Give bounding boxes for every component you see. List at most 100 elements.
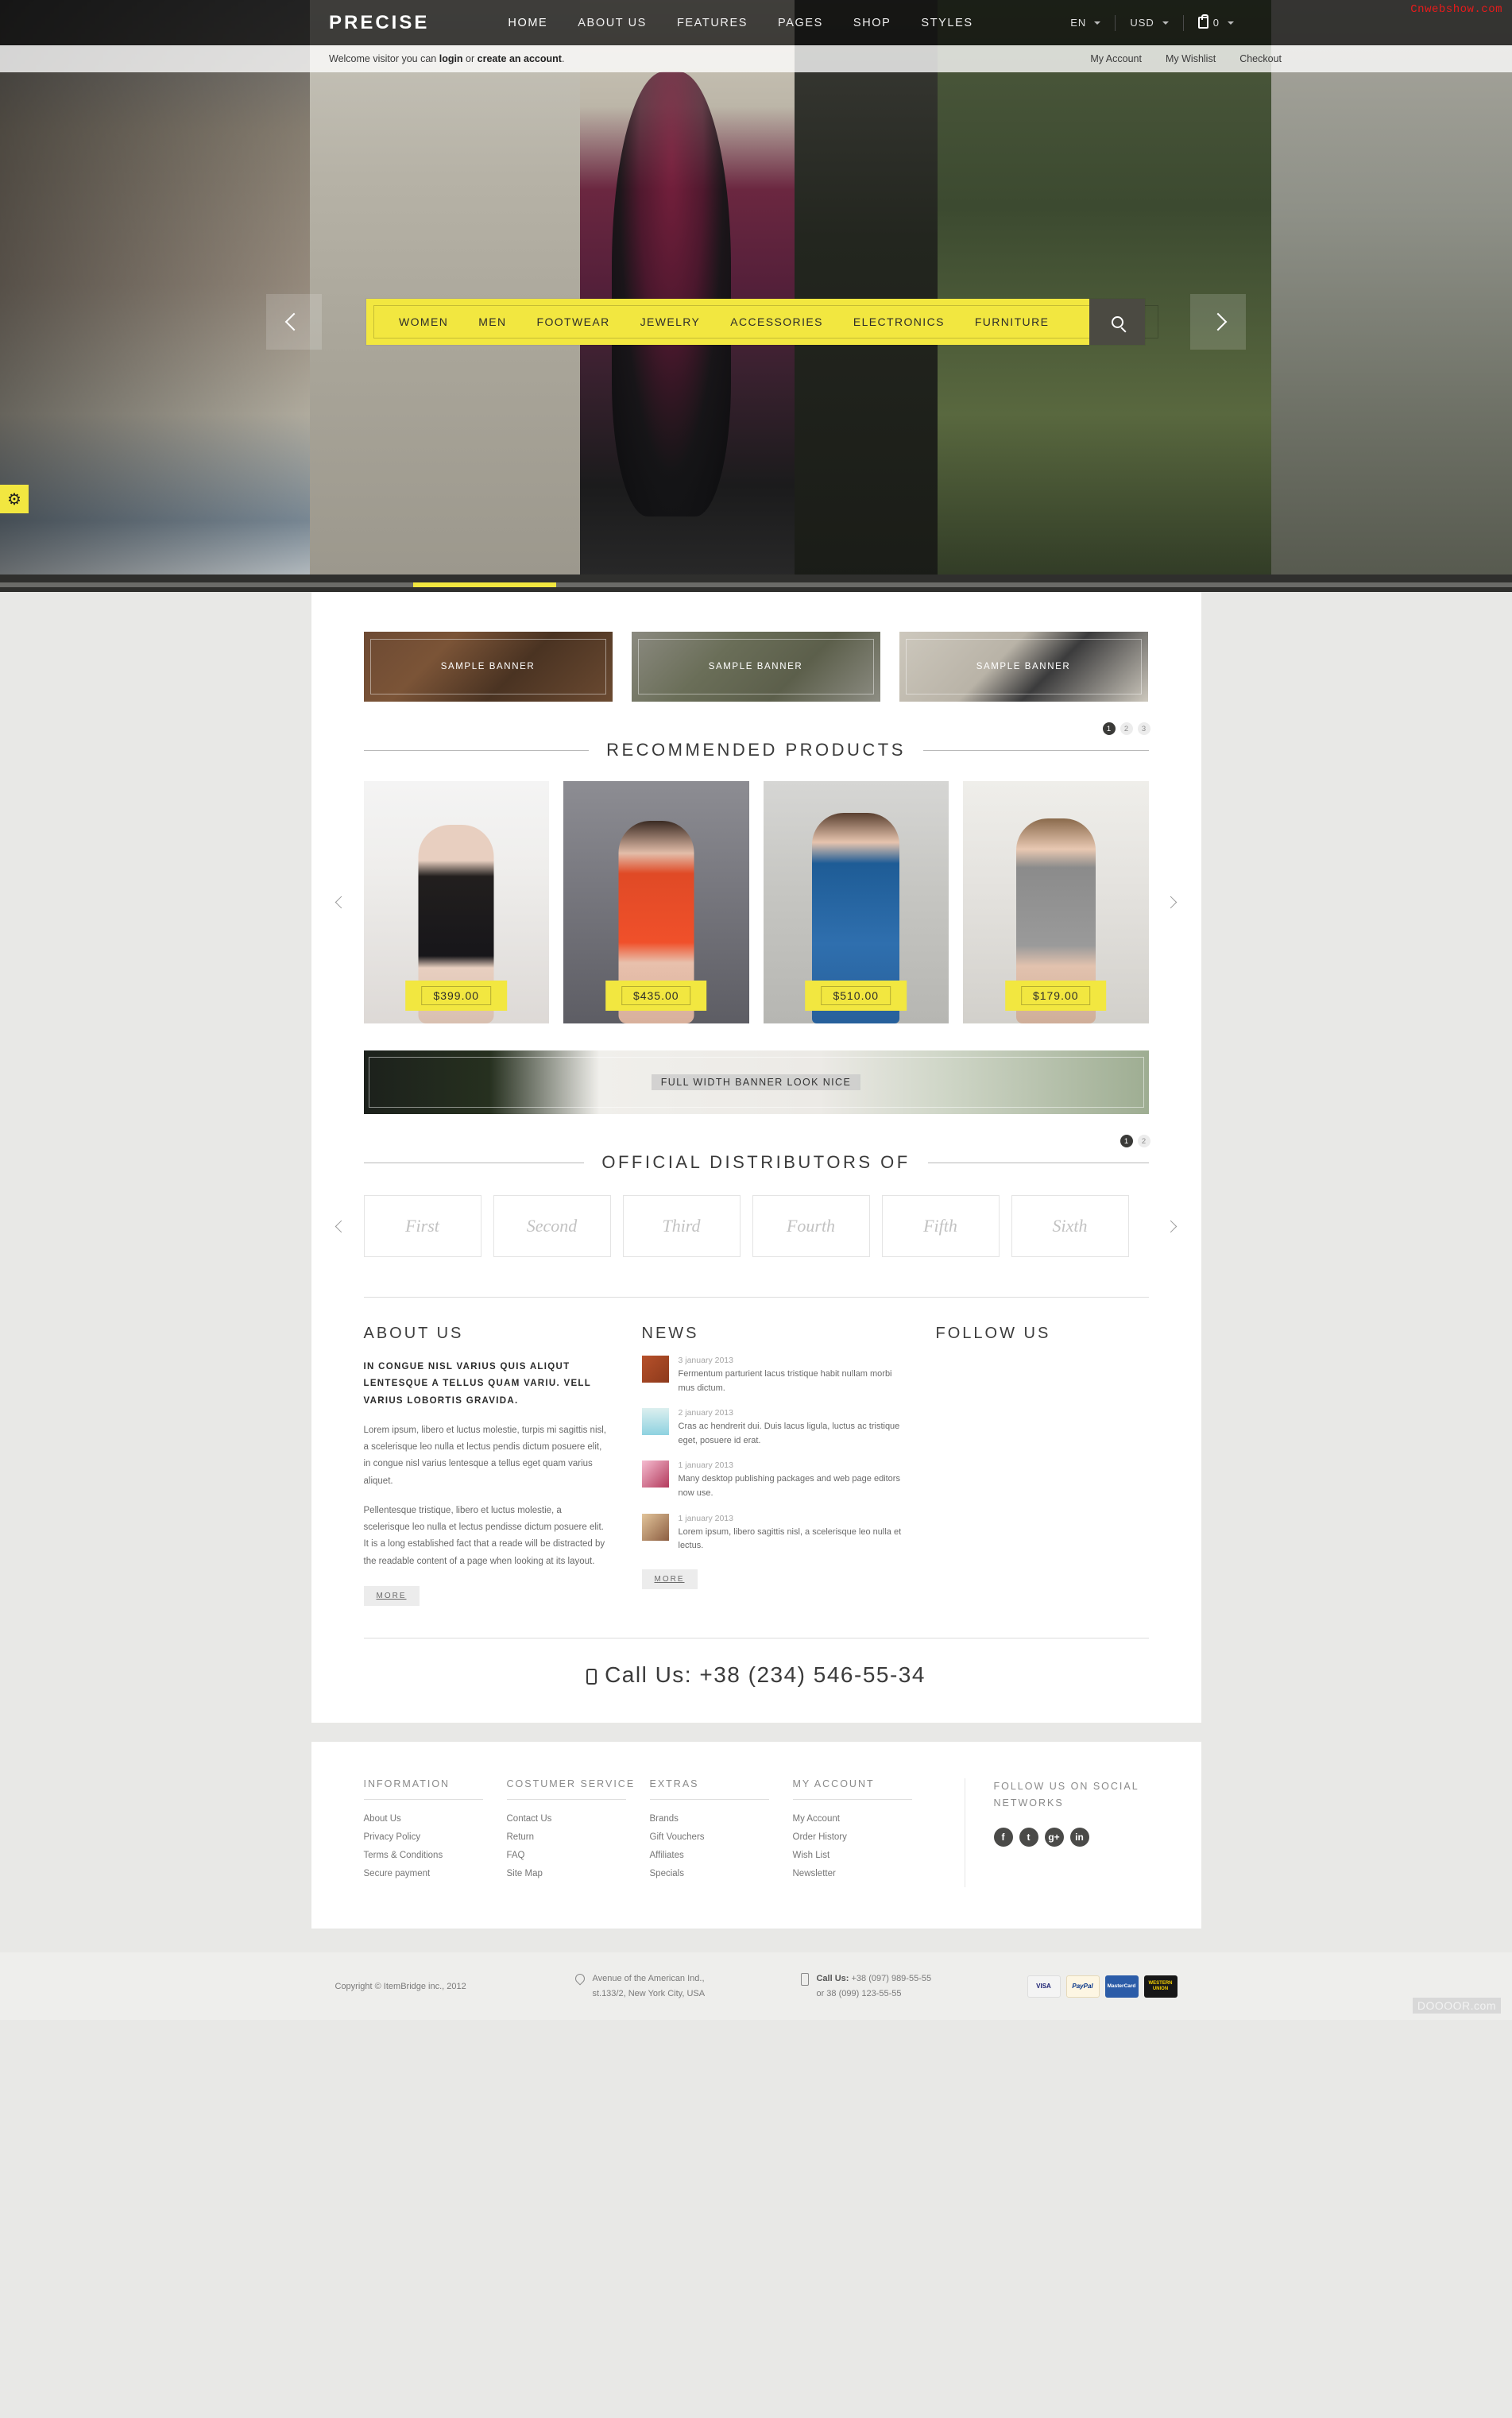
- promo-banner-2[interactable]: SAMPLE BANNER: [631, 632, 880, 702]
- footer-link-specials[interactable]: Specials: [650, 1869, 793, 1878]
- checkout-link[interactable]: Checkout: [1239, 53, 1282, 64]
- distributor-logo[interactable]: Sixth: [1011, 1195, 1129, 1257]
- watermark-bottom: DOOOOR.com: [1412, 1998, 1501, 2014]
- banner-label: SAMPLE BANNER: [440, 662, 536, 671]
- hero-prev-button[interactable]: [266, 294, 322, 350]
- western-union-icon: WESTERN UNION: [1143, 1975, 1178, 1998]
- footer-link-return[interactable]: Return: [507, 1832, 650, 1842]
- about-us-lead: IN CONGUE NISL VARIUS QUIS ALIQUT LENTES…: [363, 1362, 591, 1406]
- footer-link-affiliates[interactable]: Affiliates: [650, 1851, 793, 1860]
- news-more-button[interactable]: MORE: [641, 1569, 698, 1589]
- promo-banner-3[interactable]: SAMPLE BANNER: [899, 632, 1148, 702]
- category-furniture[interactable]: FURNITURE: [960, 315, 1064, 328]
- category-footwear[interactable]: FOOTWEAR: [522, 315, 625, 328]
- page-dot-2[interactable]: 2: [1119, 722, 1133, 735]
- nav-item-shop[interactable]: SHOP: [838, 2, 907, 44]
- footer-link-brands[interactable]: Brands: [650, 1814, 793, 1824]
- footer-link-privacy-policy[interactable]: Privacy Policy: [364, 1832, 507, 1842]
- call-lines: Call Us: +38 (097) 989-55-55 or 38 (099)…: [816, 1971, 931, 2001]
- product-price: $510.00: [821, 986, 891, 1005]
- about-us-title: ABOUT US: [363, 1325, 464, 1342]
- distributor-logo[interactable]: Third: [622, 1195, 741, 1257]
- distributors-next-button[interactable]: [1163, 1218, 1179, 1234]
- banner-label: SAMPLE BANNER: [708, 662, 803, 671]
- footer-link-faq[interactable]: FAQ: [507, 1851, 650, 1860]
- footer-link-site-map[interactable]: Site Map: [507, 1869, 650, 1878]
- category-men[interactable]: MEN: [463, 315, 521, 328]
- footer-link-newsletter[interactable]: Newsletter: [793, 1869, 936, 1878]
- page-dot-1[interactable]: 1: [1102, 722, 1116, 735]
- distributors-prev-button[interactable]: [334, 1218, 350, 1234]
- news-item[interactable]: 3 january 2013 Fermentum parturient lacu…: [641, 1356, 904, 1395]
- footer-link-gift-vouchers[interactable]: Gift Vouchers: [650, 1832, 793, 1842]
- google-plus-icon[interactable]: g+: [1044, 1828, 1064, 1847]
- gear-icon: ⚙: [7, 490, 21, 509]
- footer-column-title: EXTRAS: [649, 1778, 699, 1789]
- products-next-button[interactable]: [1163, 895, 1179, 911]
- footer-link-about-us[interactable]: About Us: [364, 1814, 507, 1824]
- my-account-link[interactable]: My Account: [1090, 53, 1142, 64]
- page-dot-3[interactable]: 3: [1137, 722, 1150, 735]
- nav-item-about-us[interactable]: ABOUT US: [563, 2, 662, 44]
- product-card[interactable]: $399.00: [363, 781, 549, 1023]
- settings-toggle-button[interactable]: ⚙: [0, 485, 29, 513]
- login-link[interactable]: login: [439, 53, 463, 64]
- divider: [1182, 14, 1184, 31]
- footer-link-contact-us[interactable]: Contact Us: [507, 1814, 650, 1824]
- currency-selector[interactable]: USD: [1130, 17, 1169, 29]
- call-line-2: or 38 (099) 123-55-55: [816, 1988, 902, 1998]
- footer-link-order-history[interactable]: Order History: [793, 1832, 936, 1842]
- about-more-button[interactable]: MORE: [363, 1585, 420, 1606]
- distributor-logo[interactable]: Fifth: [881, 1195, 1000, 1257]
- page-root: PRECISE HOME ABOUT US FEATURES PAGES SHO…: [0, 0, 1512, 2021]
- product-card[interactable]: $435.00: [563, 781, 749, 1023]
- promo-banner-1[interactable]: SAMPLE BANNER: [363, 632, 613, 702]
- page-dot-2[interactable]: 2: [1137, 1135, 1150, 1147]
- full-width-banner[interactable]: FULL WIDTH BANNER LOOK NICE: [363, 1050, 1149, 1114]
- news-item[interactable]: 2 january 2013 Cras ac hendrerit dui. Du…: [641, 1408, 904, 1448]
- about-us-paragraph-2: Pellentesque tristique, libero et luctus…: [363, 1505, 605, 1566]
- distributor-logo[interactable]: Second: [493, 1195, 611, 1257]
- address-line-2: st.133/2, New York City, USA: [592, 1988, 706, 1998]
- distributor-logo[interactable]: First: [363, 1195, 481, 1257]
- hero-progress-thumb[interactable]: [413, 582, 556, 587]
- cart-button[interactable]: 0: [1197, 14, 1234, 29]
- create-account-link[interactable]: create an account: [478, 53, 562, 64]
- address-block: Avenue of the American Ind., st.133/2, N…: [573, 1971, 801, 2001]
- footer-link-my-account[interactable]: My Account: [793, 1814, 936, 1824]
- call-us-banner: Call Us: +38 (234) 546-55-34: [363, 1637, 1149, 1723]
- category-accessories[interactable]: ACCESSORIES: [715, 315, 838, 328]
- footer-social-title: FOLLOW US ON SOCIAL NETWORKS: [993, 1780, 1139, 1809]
- footer-link-wish-list[interactable]: Wish List: [793, 1851, 936, 1860]
- address-line-1: Avenue of the American Ind.,: [592, 1973, 705, 1983]
- nav-item-features[interactable]: FEATURES: [662, 2, 763, 44]
- footer-link-terms-conditions[interactable]: Terms & Conditions: [364, 1851, 507, 1860]
- footer-link-secure-payment[interactable]: Secure payment: [364, 1869, 507, 1878]
- news-thumbnail: [641, 1513, 669, 1541]
- category-jewelry[interactable]: JEWELRY: [625, 315, 716, 328]
- product-card[interactable]: $179.00: [963, 781, 1149, 1023]
- nav-item-pages[interactable]: PAGES: [763, 2, 838, 44]
- nav-item-home[interactable]: HOME: [493, 2, 563, 44]
- category-electronics[interactable]: ELECTRONICS: [838, 315, 960, 328]
- search-button[interactable]: [1089, 299, 1145, 345]
- products-prev-button[interactable]: [334, 895, 350, 911]
- distributor-logo[interactable]: Fourth: [752, 1195, 870, 1257]
- bottom-call-block: Call Us: +38 (097) 989-55-55 or 38 (099)…: [801, 1971, 1027, 2001]
- my-wishlist-link[interactable]: My Wishlist: [1166, 53, 1216, 64]
- news-item[interactable]: 1 january 2013 Many desktop publishing p…: [641, 1460, 904, 1500]
- twitter-icon[interactable]: t: [1019, 1828, 1038, 1847]
- hero-progress-track[interactable]: [0, 582, 1512, 587]
- facebook-icon[interactable]: f: [993, 1828, 1013, 1847]
- linkedin-icon[interactable]: in: [1069, 1828, 1089, 1847]
- site-logo[interactable]: PRECISE: [329, 12, 429, 34]
- hero-next-button[interactable]: [1190, 294, 1246, 350]
- category-women[interactable]: WOMEN: [384, 315, 463, 328]
- language-selector[interactable]: EN: [1070, 17, 1101, 29]
- divider: [363, 1297, 1149, 1298]
- page-dot-1[interactable]: 1: [1119, 1135, 1133, 1147]
- news-item[interactable]: 1 january 2013 Lorem ipsum, libero sagit…: [641, 1513, 904, 1553]
- promo-banner-row: SAMPLE BANNER SAMPLE BANNER SAMPLE BANNE…: [363, 632, 1149, 702]
- nav-item-styles[interactable]: STYLES: [906, 2, 988, 44]
- product-card[interactable]: $510.00: [763, 781, 949, 1023]
